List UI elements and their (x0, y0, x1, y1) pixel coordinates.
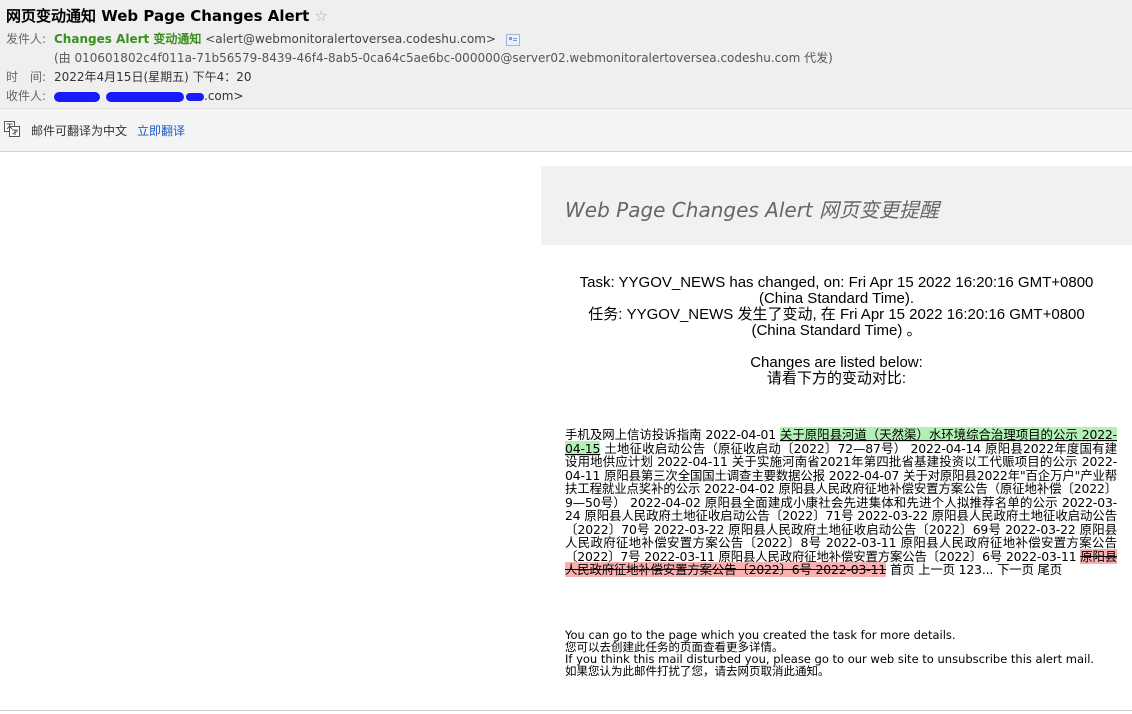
sender-email: <alert@webmonitoralertoversea.codeshu.co… (205, 32, 496, 46)
recipient-row: 收件人: .com> (6, 87, 244, 104)
subject-text: 网页变动通知 Web Page Changes Alert (6, 7, 310, 25)
alert-banner: Web Page Changes Alert 网页变更提醒 (541, 166, 1132, 245)
translate-prompt: 邮件可翻译为中文 (31, 124, 128, 138)
redaction-mark (186, 92, 204, 101)
star-icon[interactable]: ☆ (315, 7, 328, 25)
mail-header: 网页变动通知 Web Page Changes Alert ☆ 发件人: Chan… (0, 0, 1132, 108)
contact-card-icon[interactable] (505, 33, 520, 46)
task-en-line1: Task: YYGOV_NEWS has changed, on: Fri Ap… (579, 274, 1094, 291)
time-value: 2022年4月15日(星期五) 下午4：20 (54, 70, 252, 84)
mail-footer: You can go to the page which you created… (565, 629, 1125, 677)
diff-text-after: 首页 上一页 123... 下一页 尾页 (886, 562, 1062, 577)
task-en-line2: (China Standard Time). (758, 290, 915, 307)
redaction-mark (54, 91, 100, 102)
translate-now-link[interactable]: 立即翻译 (137, 122, 185, 139)
footer-line-4: 如果您认为此邮件打扰了您，请去网页取消此通知。 (565, 664, 830, 678)
time-label: 时 间: (6, 70, 47, 84)
redaction-mark (106, 91, 184, 102)
task-cn-line1: 任务: YYGOV_NEWS 发生了变动, 在 Fri Apr 15 2022 … (588, 306, 1085, 323)
translate-bar: 邮件可翻译为中文 立即翻译 (0, 108, 1132, 152)
banner-title: Web Page Changes Alert 网页变更提醒 (565, 198, 940, 222)
time-row: 时 间: 2022年4月15日(星期五) 下午4：20 (6, 68, 252, 85)
changes-en: Changes are listed below: (750, 354, 923, 371)
changes-heading: Changes are listed below: 请看下方的变动对比: (541, 355, 1132, 387)
recipient-suffix: .com> (204, 89, 244, 103)
mail-body: Web Page Changes Alert 网页变更提醒 (541, 166, 1132, 245)
sender-name[interactable]: Changes Alert 变动通知 (54, 32, 201, 46)
translate-icon (4, 121, 20, 137)
task-cn-line2: (China Standard Time) 。 (751, 322, 922, 339)
diff-text-middle: 土地征收启动公告（原征收启动〔2022〕72—87号） 2022-04-14 原… (565, 440, 1117, 564)
proxy-line: (由 010601802c4f011a-71b56579-8439-46f4-8… (54, 51, 833, 65)
changes-cn: 请看下方的变动对比: (766, 370, 907, 387)
mail-subject: 网页变动通知 Web Page Changes Alert ☆ (6, 5, 328, 26)
diff-content: 手机及网上信访投诉指南 2022-04-01 关于原阳县河道（天然渠）水环境综合… (565, 427, 1117, 577)
to-label: 收件人: (6, 89, 47, 103)
sender-row: 发件人: Changes Alert 变动通知 <alert@webmonitor… (6, 30, 520, 47)
task-summary: Task: YYGOV_NEWS has changed, on: Fri Ap… (541, 275, 1132, 339)
divider (0, 710, 1132, 711)
from-label: 发件人: (6, 32, 47, 46)
